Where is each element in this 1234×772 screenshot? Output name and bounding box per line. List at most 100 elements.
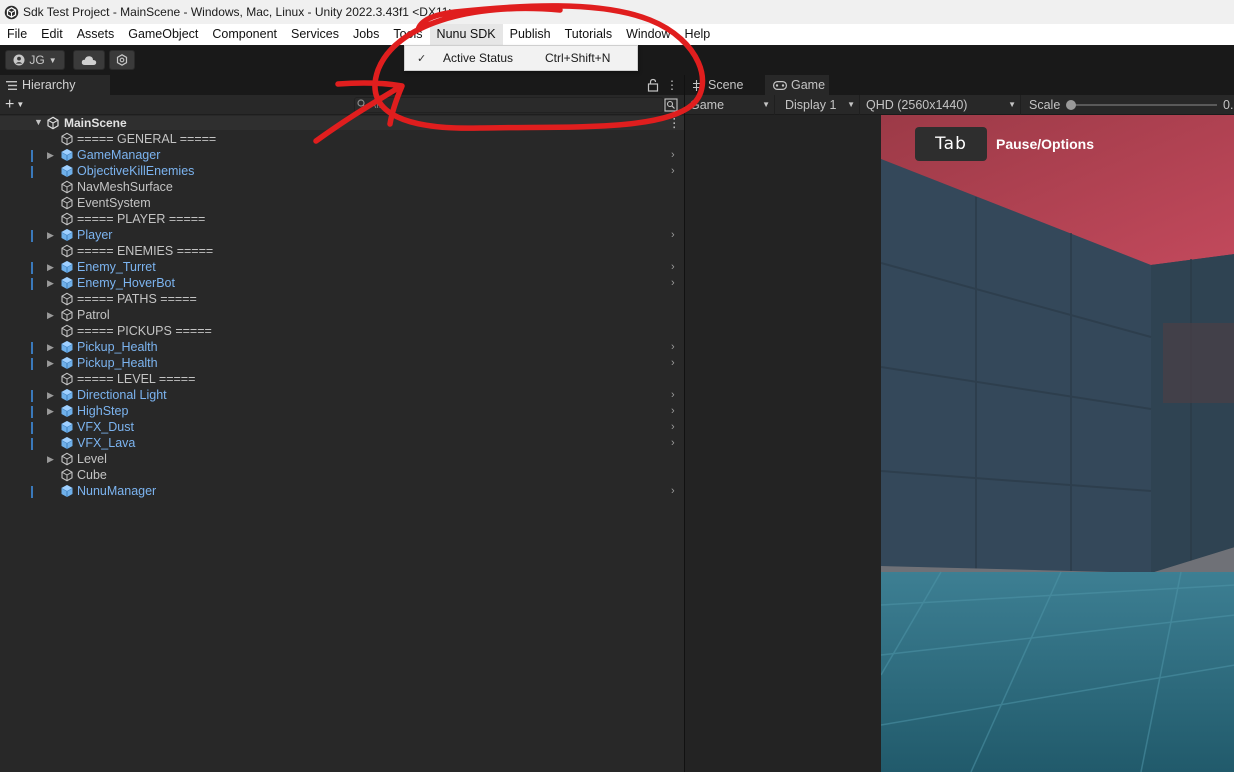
panel-menu-icon[interactable]: ⋮ — [666, 78, 678, 92]
menu-tutorials[interactable]: Tutorials — [558, 24, 619, 45]
menu-gameobject[interactable]: GameObject — [121, 24, 205, 45]
prefab-open-chevron-icon[interactable]: › — [671, 277, 679, 289]
expand-arrow-icon[interactable]: ▶ — [47, 357, 55, 369]
prefab-open-chevron-icon[interactable]: › — [671, 389, 679, 401]
hierarchy-item[interactable]: ===== PATHS ===== — [0, 291, 684, 307]
hierarchy-toolbar: + ▼ All — [0, 95, 684, 115]
scene-root-row[interactable]: ▼ MainScene ⋮ — [0, 116, 684, 130]
prefab-marker — [31, 406, 33, 418]
chevron-down-icon: ▼ — [16, 100, 25, 109]
hierarchy-item-label: VFX_Dust — [77, 420, 134, 434]
menu-file[interactable]: File — [0, 24, 34, 45]
prefab-marker — [31, 358, 33, 370]
hierarchy-item[interactable]: ▶ Pickup_Health › — [0, 339, 684, 355]
hierarchy-item[interactable]: ▶ Directional Light › — [0, 387, 684, 403]
prefab-open-chevron-icon[interactable]: › — [671, 485, 679, 497]
chevron-down-icon: ▼ — [762, 100, 770, 109]
game-mode-select[interactable]: Game ▼ — [685, 95, 775, 115]
hierarchy-item[interactable]: ===== PLAYER ===== — [0, 211, 684, 227]
hierarchy-item[interactable]: Cube — [0, 467, 684, 483]
game-viewport[interactable]: Tab Pause/Options — [685, 115, 1234, 772]
tab-game[interactable]: Game — [765, 75, 829, 95]
scale-slider-handle[interactable] — [1066, 100, 1076, 110]
tab-hierarchy[interactable]: Hierarchy — [0, 75, 110, 95]
menu-component[interactable]: Component — [205, 24, 284, 45]
hierarchy-item[interactable]: ===== GENERAL ===== — [0, 131, 684, 147]
gameobject-cube-icon — [60, 372, 74, 386]
menu-window[interactable]: Window — [619, 24, 677, 45]
hierarchy-item[interactable]: ▶ HighStep › — [0, 403, 684, 419]
hierarchy-item[interactable]: ===== PICKUPS ===== — [0, 323, 684, 339]
expand-arrow-icon[interactable]: ▶ — [47, 309, 55, 321]
prefab-cube-icon — [60, 164, 74, 178]
prefab-open-chevron-icon[interactable]: › — [671, 341, 679, 353]
prefab-marker — [31, 230, 33, 242]
hierarchy-item[interactable]: ▶ Pickup_Health › — [0, 355, 684, 371]
hierarchy-item[interactable]: ▶ Player › — [0, 227, 684, 243]
hierarchy-item-label: Patrol — [77, 308, 110, 322]
scene-menu-icon[interactable]: ⋮ — [668, 116, 681, 130]
expand-arrow-icon[interactable]: ▶ — [47, 261, 55, 273]
expand-arrow-icon[interactable]: ▶ — [47, 149, 55, 161]
tab-scene[interactable]: Scene — [685, 75, 763, 95]
hierarchy-item[interactable]: ▶ Patrol — [0, 307, 684, 323]
expand-arrow-icon[interactable]: ▶ — [47, 229, 55, 241]
hierarchy-item[interactable]: VFX_Lava › — [0, 435, 684, 451]
collapse-arrow-icon[interactable]: ▼ — [34, 117, 43, 127]
menu-nunu-sdk[interactable]: Nunu SDK — [429, 24, 503, 45]
hierarchy-item[interactable]: VFX_Dust › — [0, 419, 684, 435]
hierarchy-item-label: Enemy_Turret — [77, 260, 156, 274]
hierarchy-item[interactable]: NunuManager › — [0, 483, 684, 499]
hierarchy-search-input[interactable]: All — [354, 97, 664, 113]
search-icon — [357, 99, 367, 109]
expand-arrow-icon[interactable]: ▶ — [47, 341, 55, 353]
menu-services[interactable]: Services — [284, 24, 346, 45]
create-button[interactable]: + ▼ — [5, 97, 31, 113]
resolution-select[interactable]: QHD (2560x1440) ▼ — [861, 95, 1021, 115]
prefab-open-chevron-icon[interactable]: › — [671, 437, 679, 449]
hierarchy-item[interactable]: EventSystem — [0, 195, 684, 211]
expand-arrow-icon[interactable]: ▶ — [47, 453, 55, 465]
menu-edit[interactable]: Edit — [34, 24, 70, 45]
prefab-cube-icon — [60, 420, 74, 434]
gameobject-cube-icon — [60, 180, 74, 194]
menu-publish[interactable]: Publish — [503, 24, 558, 45]
prefab-marker — [31, 166, 33, 178]
menu-bar: File Edit Assets GameObject Component Se… — [0, 24, 1234, 45]
prefab-open-chevron-icon[interactable]: › — [671, 165, 679, 177]
hierarchy-item[interactable]: ===== ENEMIES ===== — [0, 243, 684, 259]
game-panel: Scene Game Game ▼ Display 1 ▼ QHD (2560x… — [684, 75, 1234, 772]
prefab-open-chevron-icon[interactable]: › — [671, 229, 679, 241]
cloud-button[interactable] — [73, 50, 105, 70]
prefab-open-chevron-icon[interactable]: › — [671, 149, 679, 161]
hierarchy-item-label: EventSystem — [77, 196, 151, 210]
hierarchy-item[interactable]: NavMeshSurface — [0, 179, 684, 195]
expand-arrow-icon[interactable]: ▶ — [47, 405, 55, 417]
hierarchy-item[interactable]: ▶ Level — [0, 451, 684, 467]
menu-help[interactable]: Help — [678, 24, 718, 45]
hierarchy-item-label: Directional Light — [77, 388, 167, 402]
menu-assets[interactable]: Assets — [70, 24, 122, 45]
prefab-open-chevron-icon[interactable]: › — [671, 405, 679, 417]
hierarchy-item[interactable]: ▶ GameManager › — [0, 147, 684, 163]
hierarchy-item-label: Enemy_HoverBot — [77, 276, 175, 290]
account-button[interactable]: JG ▼ — [5, 50, 65, 70]
prefab-open-chevron-icon[interactable]: › — [671, 261, 679, 273]
filter-icon[interactable] — [664, 98, 678, 112]
menu-item-active-status[interactable]: ✓ Active Status Ctrl+Shift+N — [405, 46, 637, 70]
hierarchy-item[interactable]: ObjectiveKillEnemies › — [0, 163, 684, 179]
services-button[interactable] — [109, 50, 135, 70]
hierarchy-item[interactable]: ▶ Enemy_HoverBot › — [0, 275, 684, 291]
menu-jobs[interactable]: Jobs — [346, 24, 386, 45]
lock-icon[interactable] — [647, 78, 659, 92]
expand-arrow-icon[interactable]: ▶ — [47, 389, 55, 401]
hierarchy-item[interactable]: ===== LEVEL ===== — [0, 371, 684, 387]
prefab-open-chevron-icon[interactable]: › — [671, 357, 679, 369]
prefab-open-chevron-icon[interactable]: › — [671, 421, 679, 433]
menu-tools[interactable]: Tools — [386, 24, 429, 45]
display-select[interactable]: Display 1 ▼ — [780, 95, 860, 115]
hierarchy-item[interactable]: ▶ Enemy_Turret › — [0, 259, 684, 275]
gameobject-cube-icon — [60, 452, 74, 466]
scale-slider-track[interactable] — [1071, 104, 1217, 106]
expand-arrow-icon[interactable]: ▶ — [47, 277, 55, 289]
